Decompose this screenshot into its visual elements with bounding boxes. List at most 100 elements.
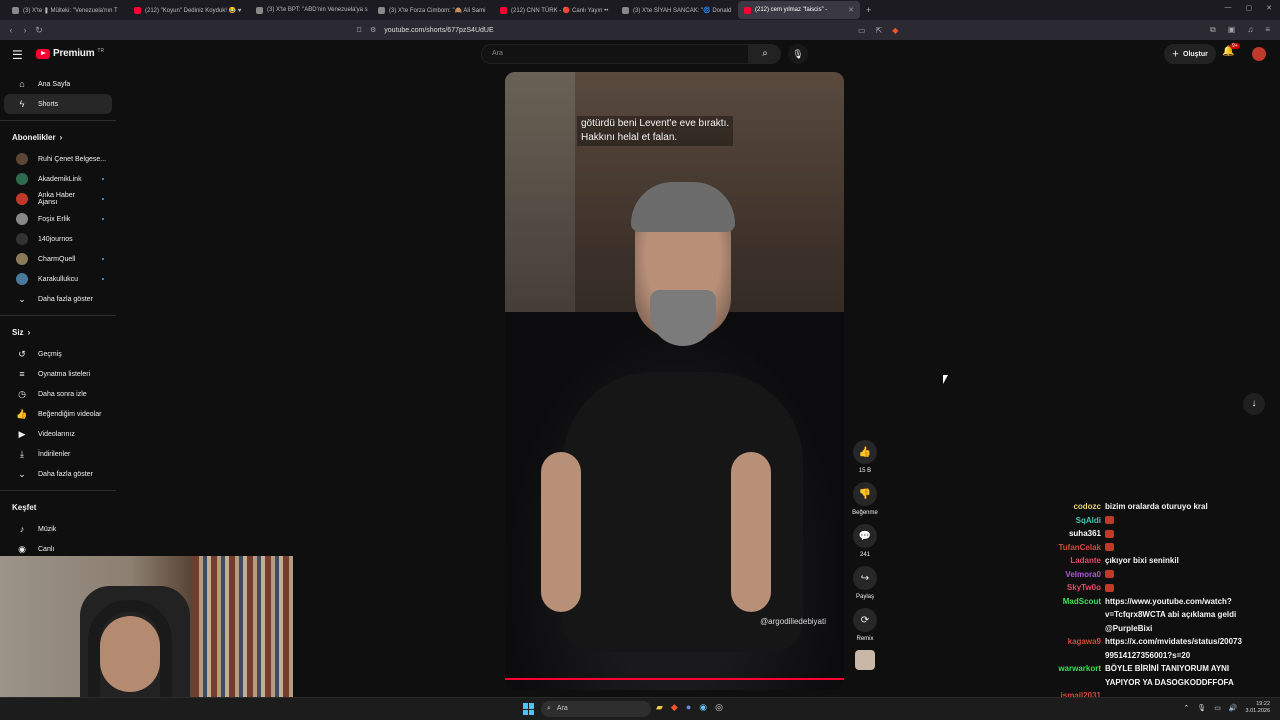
comment-button[interactable]: 💬 241 [848,524,882,558]
taskbar-search-label: Ara [556,705,568,712]
back-icon[interactable]: ‹ [4,25,18,35]
voice-search-button[interactable]: 🎙 [788,44,808,64]
start-button[interactable] [523,703,535,715]
sidebar-toggle-icon[interactable]: ▣ [1228,25,1236,35]
subscription-item[interactable]: Ruhi Çenet Belgese... [4,149,112,169]
video-progress-bar[interactable] [505,678,844,680]
emote-icon [1105,543,1114,552]
search-button[interactable]: ⌕ [749,44,781,64]
subscription-item[interactable]: 140journos [4,229,112,249]
subscription-item[interactable]: CharmQuell [4,249,112,269]
taskbar-search[interactable]: ⌕ Ara [541,701,651,717]
sidebar-item-ana-sayfa[interactable]: ⌂ Ana Sayfa [4,74,112,94]
browser-tab[interactable]: (212) cem yılmaz "faiscis" - ✕ [738,1,860,19]
chat-message: SqAldi [1000,514,1280,528]
menu-icon[interactable]: ≡ [1265,25,1270,35]
sidebar-item-m-zik[interactable]: ♪ Müzik [4,519,112,539]
chat-message: codozc bizim oralarda oturuyo kral [1000,500,1280,514]
channel-name: Foşix Erlik [38,215,71,223]
logo-text: Premium [53,48,95,59]
site-info-icon[interactable]: ⚙ [370,26,376,34]
system-tray: ⌃ 🎙 ▭ 🔊 19:22 3.01.2026 [1183,701,1270,715]
account-avatar[interactable] [1252,47,1266,61]
sidebar-item-label: Ana Sayfa [38,80,71,88]
subscriptions-title[interactable]: Abonelikler › [0,125,116,149]
browser-tab[interactable]: (212) CNN TÜRK - 🔴 Canlı Yayın •• [494,1,616,19]
network-icon[interactable]: ▭ [1214,704,1221,712]
browser-tab[interactable]: (3) X'te BPT: "ABD'nin Venezuela'ya s [250,1,372,19]
brave-browser-icon[interactable]: ◆ [671,702,678,713]
chat-username: SqAldi [1075,515,1101,525]
chat-message: TufanCelak [1000,541,1280,555]
mic-icon: 🎙 [792,49,804,59]
file-explorer-icon[interactable]: ▰ [656,702,663,713]
reader-icon[interactable]: ▭ [858,26,866,35]
brave-shield-icon[interactable]: ◆ [892,26,898,35]
reload-icon[interactable]: ↻ [32,25,46,36]
new-tab-icon[interactable]: + [866,5,871,15]
tray-chevron-icon[interactable]: ⌃ [1183,704,1189,712]
chat-text [1105,541,1280,555]
browser-tab[interactable]: (3) X'te SİYAH SANCAK: "🌀 Donald [616,1,738,19]
browser-tab[interactable]: (212) "Koyun" Dediniz Koyduk! 😂 ♥ [128,1,250,19]
subs-show-more[interactable]: ⌄ Daha fazla göster [4,289,112,309]
remix-button[interactable]: ⟳ Remix [848,608,882,642]
sound-thumbnail[interactable] [855,650,875,670]
share-button[interactable]: ↪ Paylaş [848,566,882,600]
sidebar-item-label: İndirilenler [38,450,71,458]
search-input[interactable]: Ara [481,44,749,64]
share-page-icon[interactable]: ⇱ [876,26,883,35]
volume-icon[interactable]: 🔊 [1229,704,1238,712]
close-window-icon[interactable]: ✕ [1266,4,1272,12]
maximize-icon[interactable]: ▢ [1246,4,1253,12]
like-button[interactable]: 👍 15 B [848,440,882,474]
chat-text-content: YAPIYOR YA DASOGKODDFFOFA [1105,677,1234,687]
subscription-item[interactable]: Anka Haber Ajansı [4,189,112,209]
subscription-item[interactable]: AkademikLink [4,169,112,189]
channel-name: Karakullukcu [38,275,79,283]
sidebar-item-daha-sonra-izle[interactable]: ◷ Daha sonra izle [4,384,112,404]
chat-message: v=Tcfqrx8WCTA abi açıklama geldi [1000,608,1280,622]
chat-text [1105,527,1280,541]
subscription-item[interactable]: Foşix Erlik [4,209,112,229]
subscription-item[interactable]: Karakullukcu [4,269,112,289]
sidebar-item-oynatma-listeleri[interactable]: ≡ Oynatma listeleri [4,364,112,384]
tab-favicon-icon [134,6,141,14]
address-bar[interactable]: ⚙ youtube.com/shorts/677pzS4UdUE [370,22,900,38]
subscriptions-title-label: Abonelikler [12,132,56,142]
create-button[interactable]: ＋ Oluştur [1164,44,1216,64]
sidebar-item-videolar-n-z[interactable]: ▶ Videolarınız [4,424,112,444]
close-tab-icon[interactable]: ✕ [848,6,854,14]
short-video-player[interactable]: götürdü beni Levent'e eve bıraktı. Hakkı… [505,72,844,690]
you-title[interactable]: Siz › [0,320,116,344]
notifications-button[interactable]: 🔔 9+ [1222,43,1240,57]
hamburger-menu-icon[interactable]: ☰ [12,48,23,62]
channel-avatar [16,233,28,245]
bookmark-icon[interactable]: ⌑ [352,25,366,36]
sidebar-item-be-endi-im-videolar[interactable]: 👍 Beğendiğim videolar [4,404,112,424]
remix-icon: ⟳ [853,608,877,632]
discord-icon[interactable]: ● [686,702,691,713]
sidebar-item-label: Müzik [38,525,57,533]
media-icon[interactable]: ♫ [1247,25,1253,35]
browser-tab[interactable]: (3) X'te ❚ Mülteki: "Venezuela'nın T [6,1,128,19]
chat-username: suha361 [1068,529,1101,538]
minimize-icon[interactable]: — [1225,4,1232,12]
browser-tab[interactable]: (3) X'te Forza Cimbom: "🙈 Ali Sami [372,1,494,19]
dislike-button[interactable]: 👎 Beğenme [848,482,882,516]
forward-icon[interactable]: › [18,25,32,35]
sidebar-item-daha-fazla-g-ster[interactable]: ⌄ Daha fazla göster [4,464,112,484]
sidebar-item-ge-mi-[interactable]: ↺ Geçmiş [4,344,112,364]
steam-icon[interactable]: ◉ [699,702,707,713]
tab-favicon-icon [378,6,385,14]
youtube-play-icon [36,48,50,59]
sidebar-item-shorts[interactable]: ϟ Shorts [4,94,112,114]
next-short-button[interactable]: ↓ [1243,393,1265,415]
obs-icon[interactable]: ◎ [715,702,723,713]
extensions-icon[interactable]: ⧉ [1210,25,1216,35]
clock[interactable]: 19:22 3.01.2026 [1246,701,1270,715]
youtube-logo[interactable]: Premium TR [36,48,104,59]
chat-text [1105,514,1280,528]
mic-tray-icon[interactable]: 🎙 [1197,704,1206,712]
sidebar-item-i-ndirilenler[interactable]: ⤓ İndirilenler [4,444,112,464]
